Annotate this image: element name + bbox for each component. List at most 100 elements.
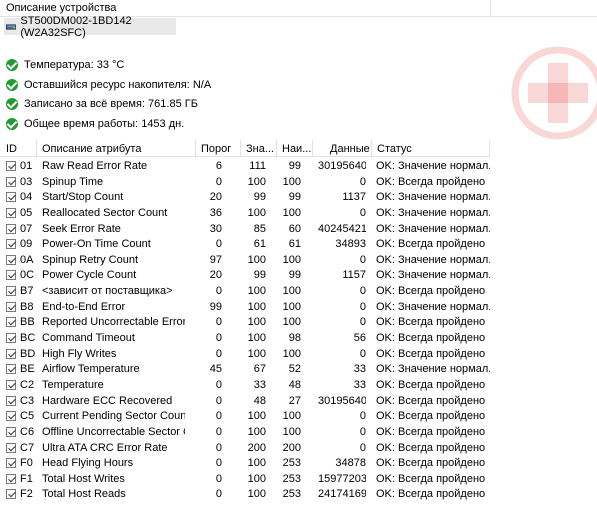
table-row[interactable]: B8 End-to-End Error 99 100 100 0 OK: Значение … [0,300,500,316]
header-title: Описание устройства [6,2,117,14]
cell-data: 0 [359,441,366,454]
row-checkbox[interactable] [6,239,16,250]
cell-status: OK: Всегда пройдено [376,394,486,407]
cell-status: OK: Всегда пройдено [376,378,486,391]
row-checkbox[interactable] [6,458,16,469]
table-row[interactable]: F0 Head Flying Hours 0 100 253 34878 OK: Всегд… [0,456,500,472]
table-row[interactable]: 04 Start/Stop Count 20 99 99 1137 OK: Значение… [0,190,500,206]
table-row[interactable]: 07 Seek Error Rate 30 85 60 402454212 OK: Знач… [0,222,500,238]
row-checkbox[interactable] [6,333,16,344]
row-checkbox[interactable] [6,161,16,171]
table-row[interactable]: F1 Total Host Writes 0 100 253 15977203... OK:… [0,472,500,488]
cell-status: OK: Всегда пройдено [376,347,486,360]
column-separator[interactable] [276,140,277,156]
cell-threshold: 99 [209,300,222,313]
table-row[interactable]: B7 <зависит от поставщика> 0 100 100 0 OK: Все… [0,284,500,300]
status-item-power-on-time: Общее время работы: 1453 дн. [6,114,211,134]
table-row[interactable]: BB Reported Uncorrectable Errors 0 100 100 0 O… [0,315,500,331]
cell-status: OK: Всегда пройдено [376,238,486,251]
table-row[interactable]: 03 Spinup Time 0 100 100 0 OK: Всегда пройдено [0,175,500,191]
cell-threshold: 0 [215,441,222,454]
cell-value: 33 [253,378,266,391]
row-checkbox[interactable] [6,317,16,328]
row-checkbox[interactable] [6,395,16,406]
cell-threshold: 20 [209,191,222,204]
row-checkbox[interactable] [6,489,16,500]
attributes-table-header: ID Описание атрибута Порог Зна... Наи...… [0,140,490,157]
column-separator[interactable] [371,140,372,156]
column-separator[interactable] [36,140,37,156]
cell-threshold: 0 [215,316,222,329]
cell-id: BC [20,332,36,345]
cell-id: 03 [20,175,33,188]
column-separator[interactable] [240,140,241,156]
cell-id: BD [20,347,36,360]
column-header-value[interactable]: Зна... [246,143,274,155]
cell-data: 0 [359,285,366,298]
cell-threshold: 0 [215,285,222,298]
column-header-status[interactable]: Статус [377,143,412,155]
table-row[interactable]: 0C Power Cycle Count 20 99 99 1157 OK: Значени… [0,268,500,284]
cell-status: OK: Значение нормал... [376,222,490,235]
column-separator[interactable] [312,140,313,156]
cell-status: OK: Всегда пройдено [376,457,486,470]
column-separator[interactable] [195,140,196,156]
cell-status: OK: Значение нормал... [376,160,490,172]
row-checkbox[interactable] [6,442,16,453]
row-checkbox[interactable] [6,473,16,484]
column-header-data[interactable]: Данные [330,143,370,155]
cell-threshold: 36 [209,206,222,219]
cell-worst: 48 [288,378,301,391]
column-header-threshold[interactable]: Порог [201,143,231,155]
row-checkbox[interactable] [6,270,16,281]
table-row[interactable]: C6 Offline Uncorrectable Sector C... 0 100 1… [0,425,500,441]
row-checkbox[interactable] [6,176,16,187]
row-checkbox[interactable] [6,379,16,390]
row-checkbox[interactable] [6,207,16,218]
device-item[interactable]: ST500DM002-1BD142 (W2A32SFC) [4,15,176,39]
table-row[interactable]: F2 Total Host Reads 0 100 253 24174169... OK: … [0,487,500,503]
row-checkbox[interactable] [6,411,16,422]
cell-id: 07 [20,222,33,235]
cell-attribute: Temperature [42,378,104,391]
cell-data: 0 [359,206,366,219]
cell-status: OK: Всегда пройдено [376,332,486,345]
cell-attribute: Spinup Time [42,175,104,188]
column-header-id[interactable]: ID [6,143,17,155]
cell-value: 111 [249,160,266,172]
cell-status: OK: Значение нормал... [376,253,490,266]
cell-worst: 200 [282,441,301,454]
row-checkbox[interactable] [6,192,16,203]
cell-attribute: Start/Stop Count [42,191,124,204]
cell-attribute: Total Host Writes [42,472,125,485]
row-checkbox[interactable] [6,364,16,375]
table-row[interactable]: 01 Raw Read Error Rate 6 111 99 30195640 OK: З… [0,159,500,175]
row-checkbox[interactable] [6,426,16,437]
table-row[interactable]: BE Airflow Temperature 45 67 52 33 OK: Значени… [0,362,500,378]
cell-value: 48 [253,394,266,407]
cell-value: 99 [253,191,266,204]
column-header-worst[interactable]: Наи... [282,143,311,155]
table-row[interactable]: BD High Fly Writes 0 100 100 0 OK: Всегда прой… [0,347,500,363]
row-checkbox[interactable] [6,223,16,234]
cell-attribute: End-to-End Error [42,300,126,313]
row-checkbox[interactable] [6,286,16,297]
row-checkbox[interactable] [6,348,16,359]
cell-data: 1137 [342,191,366,204]
cell-value: 100 [247,253,266,266]
table-row[interactable]: 05 Reallocated Sector Count 36 100 100 0 OK: З… [0,206,500,222]
row-checkbox[interactable] [6,254,16,265]
column-separator[interactable] [489,140,490,156]
table-row[interactable]: 09 Power-On Time Count 0 61 61 34893 OK: Всегд… [0,237,500,253]
table-row[interactable]: C3 Hardware ECC Recovered 0 48 27 30195640 OK:… [0,394,500,410]
cell-value: 100 [247,285,266,298]
table-row[interactable]: 0A Spinup Retry Count 97 100 100 0 OK: Значени… [0,253,500,269]
cell-status: OK: Всегда пройдено [376,488,486,501]
cell-id: C7 [20,441,35,454]
table-row[interactable]: BC Command Timeout 0 100 98 56 OK: Всегда прой… [0,331,500,347]
row-checkbox[interactable] [6,301,16,312]
table-row[interactable]: C2 Temperature 0 33 48 33 OK: Всегда пройдено [0,378,500,394]
table-row[interactable]: C5 Current Pending Sector Count 0 100 100 0 OK… [0,409,500,425]
column-header-attribute[interactable]: Описание атрибута [42,143,141,155]
table-row[interactable]: C7 Ultra ATA CRC Error Rate 0 200 200 0 OK: Вс… [0,441,500,457]
